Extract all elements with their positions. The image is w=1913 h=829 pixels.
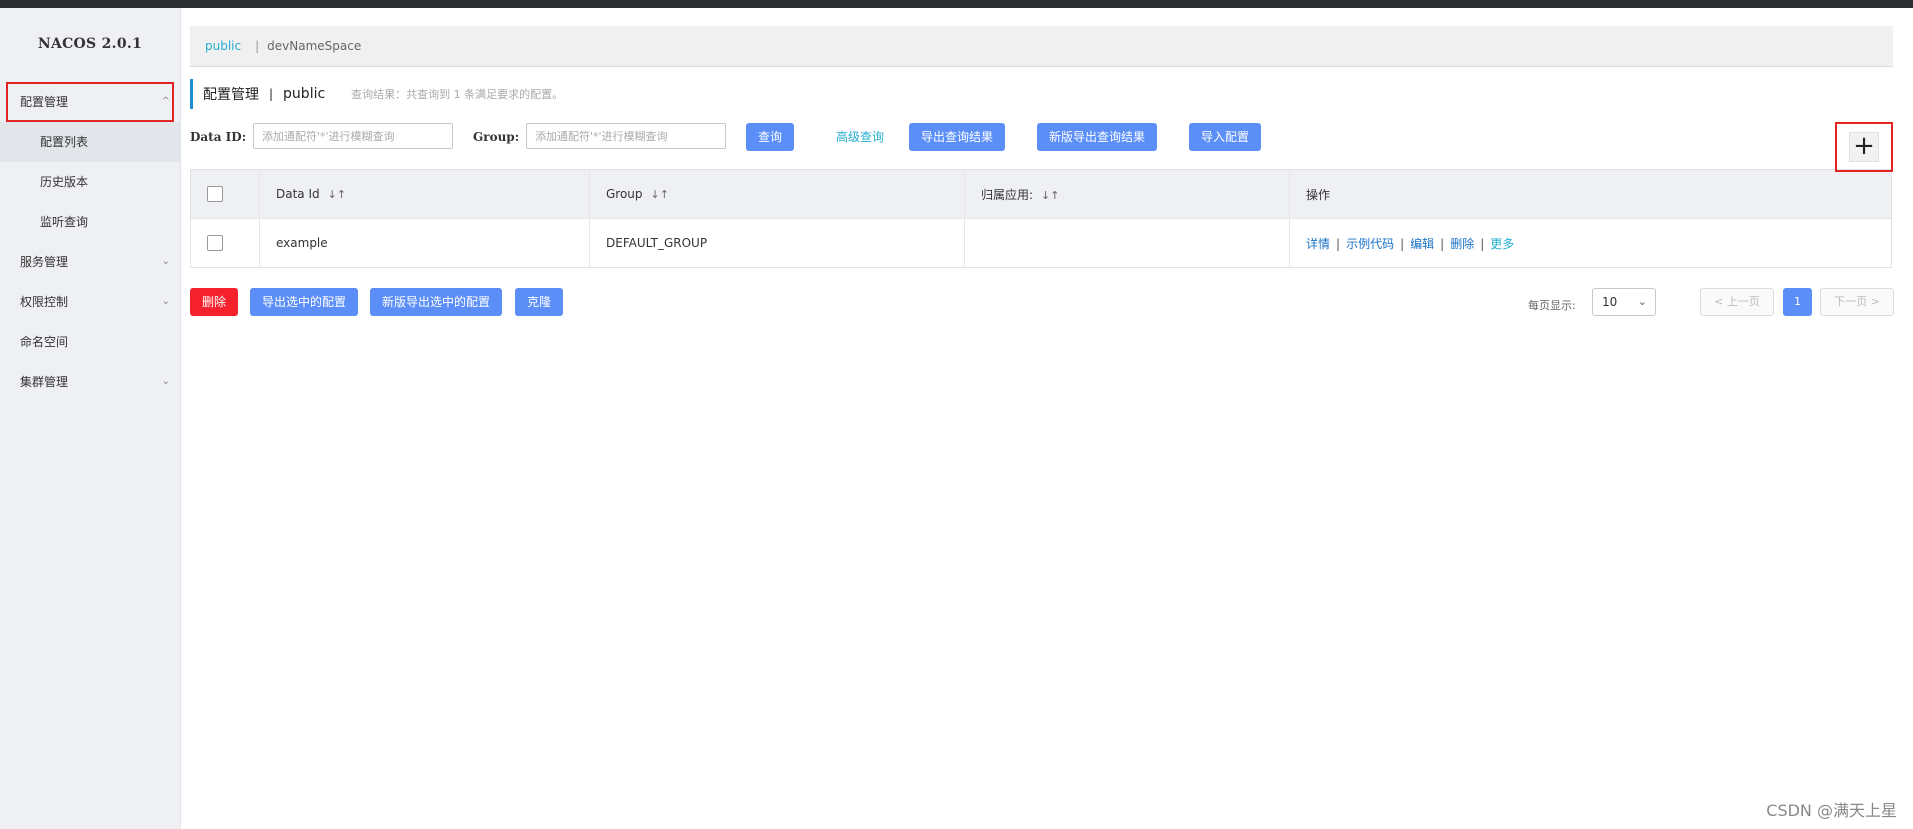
new-export-query-results-button[interactable]: 新版导出查询结果 — [1037, 123, 1158, 151]
header-data-id[interactable]: Data Id ↓↑ — [259, 169, 590, 219]
header-operations: 操作 — [1289, 169, 1892, 219]
group-label: Group: — [473, 130, 520, 144]
prev-page-button[interactable]: < 上一页 — [1700, 288, 1774, 316]
page-1-button[interactable]: 1 — [1783, 288, 1812, 316]
delete-selected-button[interactable]: 删除 — [190, 288, 239, 316]
sidebar-item-listener-query[interactable]: 监听查询 — [0, 202, 180, 242]
main-content: public | devNameSpace 配置管理 | public 查询结果… — [190, 26, 1894, 318]
page-size-select[interactable]: 10 ⌄ — [1592, 288, 1656, 316]
chevron-up-icon: ^ — [161, 96, 170, 107]
dataid-label: Data ID: — [190, 130, 247, 144]
page-size-value: 10 — [1602, 295, 1618, 309]
export-selected-button[interactable]: 导出选中的配置 — [250, 288, 359, 316]
row-checkbox[interactable] — [207, 235, 223, 251]
search-bar: Data ID: Group: 查询 高级查询 导出查询结果 新版导出查询结果 … — [190, 123, 1893, 153]
watermark: CSDN @满天上星 — [1766, 801, 1897, 820]
page-title-row: 配置管理 | public 查询结果：共查询到 1 条满足要求的配置。 — [190, 79, 1893, 109]
sidebar-item-label: 集群管理 — [20, 375, 69, 389]
cell-data-id: example — [259, 218, 590, 268]
page-size-label: 每页显示: — [1528, 299, 1576, 312]
cell-app — [964, 218, 1290, 268]
chevron-down-icon: ⌄ — [1637, 295, 1647, 308]
table-row: example DEFAULT_GROUP 详情 | 示例代码 | 编辑 | 删除 | 更多 — [190, 218, 1892, 268]
sort-icon[interactable]: ↓↑ — [328, 188, 346, 201]
clone-button[interactable]: 克隆 — [515, 288, 564, 316]
header-label: Group — [606, 187, 643, 201]
sidebar-item-label: 服务管理 — [20, 255, 69, 269]
query-result-hint: 查询结果：共查询到 1 条满足要求的配置。 — [351, 88, 564, 101]
add-config-highlight: + — [1835, 122, 1893, 172]
chevron-down-icon: ⌄ — [161, 296, 170, 307]
op-separator: | — [1440, 236, 1445, 251]
header-label: 归属应用: — [981, 187, 1034, 202]
header-group[interactable]: Group ↓↑ — [589, 169, 965, 219]
namespace-bar: public | devNameSpace — [190, 26, 1893, 67]
cell-group: DEFAULT_GROUP — [589, 218, 965, 268]
sidebar-item-access-control[interactable]: 权限控制 ⌄ — [0, 282, 180, 322]
op-sample-code-link[interactable]: 示例代码 — [1346, 237, 1394, 251]
op-more-link[interactable]: 更多 — [1490, 237, 1514, 251]
sidebar-item-label: 配置列表 — [40, 135, 89, 149]
new-export-selected-button[interactable]: 新版导出选中的配置 — [370, 288, 503, 316]
row-select-cell — [190, 218, 260, 268]
op-edit-link[interactable]: 编辑 — [1410, 237, 1434, 251]
brand-logo: NACOS 2.0.1 — [37, 36, 143, 52]
page-title: 配置管理 — [203, 87, 259, 103]
op-separator: | — [1480, 236, 1485, 251]
namespace-separator: | — [255, 39, 260, 53]
select-all-checkbox[interactable] — [207, 186, 223, 202]
select-all-cell — [190, 169, 260, 219]
sidebar-item-label: 命名空间 — [20, 335, 69, 349]
bottom-action-bar: 删除 导出选中的配置 新版导出选中的配置 克隆 每页显示: 10 ⌄ < 上一页… — [190, 288, 1894, 318]
chevron-down-icon: ⌄ — [161, 256, 170, 267]
sidebar-item-config-list[interactable]: 配置列表 — [0, 122, 180, 162]
group-search-input[interactable] — [526, 123, 726, 149]
title-separator: | — [269, 87, 274, 101]
config-table: Data Id ↓↑ Group ↓↑ 归属应用: ↓↑ 操作 example DEF… — [190, 169, 1892, 268]
cell-operations: 详情 | 示例代码 | 编辑 | 删除 | 更多 — [1289, 218, 1892, 268]
header-app[interactable]: 归属应用: ↓↑ — [964, 169, 1290, 219]
table-header-row: Data Id ↓↑ Group ↓↑ 归属应用: ↓↑ 操作 — [190, 169, 1892, 219]
export-query-results-button[interactable]: 导出查询结果 — [909, 123, 1006, 151]
namespace-devnamespace-link[interactable]: devNameSpace — [267, 39, 361, 53]
op-delete-link[interactable]: 删除 — [1450, 237, 1474, 251]
title-namespace: public — [283, 86, 326, 102]
header-label: Data Id — [276, 187, 320, 201]
sidebar-item-label: 历史版本 — [40, 175, 89, 189]
sidebar-item-service-management[interactable]: 服务管理 ⌄ — [0, 242, 180, 282]
chevron-down-icon: ⌄ — [161, 376, 170, 387]
sidebar-item-config-management[interactable]: 配置管理 ^ — [6, 82, 174, 122]
window-top-bar — [0, 0, 1913, 8]
add-config-button[interactable]: + — [1849, 132, 1879, 162]
op-separator: | — [1400, 236, 1405, 251]
dataid-search-input[interactable] — [253, 123, 453, 149]
import-config-button[interactable]: 导入配置 — [1189, 123, 1262, 151]
sidebar-item-label: 配置管理 — [20, 95, 69, 109]
sidebar: NACOS 2.0.1 配置管理 ^ 配置列表 历史版本 监听查询 服务管理 ⌄… — [0, 8, 181, 829]
sort-icon[interactable]: ↓↑ — [1041, 189, 1059, 202]
op-separator: | — [1336, 236, 1341, 251]
namespace-public-link[interactable]: public — [205, 39, 241, 53]
sidebar-item-history[interactable]: 历史版本 — [0, 162, 180, 202]
advanced-query-link[interactable]: 高级查询 — [836, 123, 884, 151]
sidebar-item-cluster-management[interactable]: 集群管理 ⌄ — [0, 362, 180, 402]
op-details-link[interactable]: 详情 — [1306, 237, 1330, 251]
sidebar-item-label: 监听查询 — [40, 215, 89, 229]
sidebar-item-label: 权限控制 — [20, 295, 69, 309]
sort-icon[interactable]: ↓↑ — [651, 188, 669, 201]
next-page-button[interactable]: 下一页 > — [1820, 288, 1894, 316]
query-button[interactable]: 查询 — [746, 123, 795, 151]
sidebar-item-namespace[interactable]: 命名空间 — [0, 322, 180, 362]
